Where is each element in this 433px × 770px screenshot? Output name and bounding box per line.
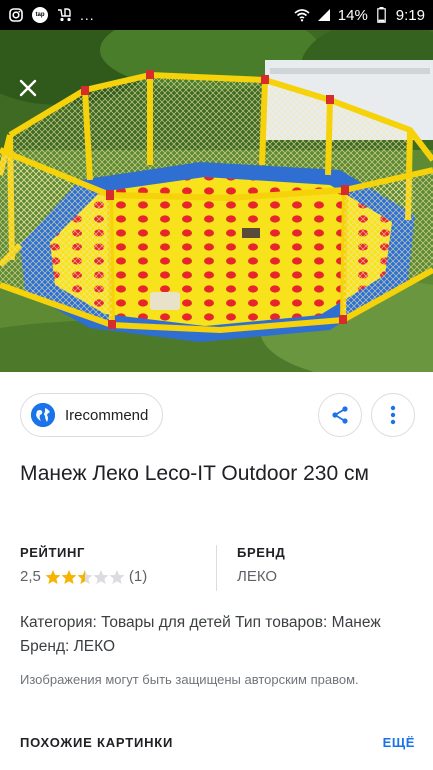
rating-block: РЕЙТИНГ 2,5 (1) — [20, 545, 216, 591]
brand-block: БРЕНД ЛЕКО — [237, 545, 285, 591]
share-button[interactable] — [318, 393, 362, 437]
app-badge-icon: tap — [32, 7, 48, 23]
signal-icon — [316, 7, 332, 23]
more-options-button[interactable] — [371, 393, 415, 437]
result-title[interactable]: Манеж Леко Leco-IT Outdoor 230 см — [20, 456, 415, 491]
rating-stars — [45, 569, 125, 585]
status-more-text: ... — [80, 7, 95, 23]
source-chip[interactable]: Irecommend — [20, 393, 164, 437]
copyright-notice: Изображения могут быть защищены авторски… — [20, 672, 359, 687]
result-image[interactable] — [0, 30, 433, 372]
share-icon — [332, 406, 348, 424]
globe-icon — [31, 403, 55, 427]
playpen-photo — [0, 30, 433, 372]
source-name: Irecommend — [65, 406, 149, 424]
star-icon — [61, 569, 77, 584]
star-icon — [77, 569, 93, 584]
close-icon — [19, 79, 37, 97]
rating-count: (1) — [128, 568, 148, 585]
meta-divider — [216, 545, 217, 591]
close-button[interactable] — [14, 74, 42, 102]
similar-images-header: ПОХОЖИЕ КАРТИНКИ ЕЩЁ — [20, 735, 415, 750]
star-icon — [109, 569, 125, 584]
similar-more-link[interactable]: ЕЩЁ — [383, 735, 415, 750]
more-vert-icon — [390, 405, 396, 425]
status-left: tap ... — [8, 7, 95, 23]
stroller-icon — [56, 7, 72, 23]
product-description: Категория: Товары для детей Тип товаров:… — [20, 614, 381, 655]
rating-value-row: 2,5 (1) — [20, 568, 216, 585]
rating-value: 2,5 — [20, 568, 41, 585]
similar-images-title: ПОХОЖИЕ КАРТИНКИ — [20, 735, 174, 750]
brand-value: ЛЕКО — [237, 568, 278, 585]
clock: 9:19 — [395, 6, 425, 24]
status-bar: tap ... 14% 9:19 — [0, 0, 433, 30]
product-meta: РЕЙТИНГ 2,5 (1) БРЕНД ЛЕКО — [20, 545, 415, 591]
source-row: Irecommend — [20, 393, 415, 437]
star-icon — [45, 569, 61, 584]
star-icon — [93, 569, 109, 584]
battery-percent: 14% — [337, 6, 368, 24]
wifi-icon — [294, 7, 310, 23]
brand-label: БРЕНД — [237, 545, 286, 560]
instagram-icon — [8, 7, 24, 23]
rating-label: РЕЙТИНГ — [20, 545, 85, 560]
status-right: 14% 9:19 — [294, 7, 425, 24]
battery-icon — [374, 7, 390, 23]
